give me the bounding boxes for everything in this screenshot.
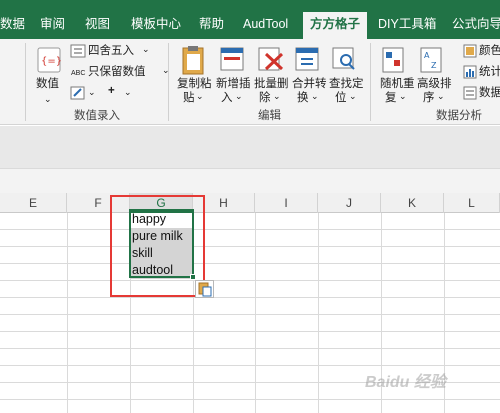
copy-paste-button[interactable]: 复制粘 bbox=[177, 77, 212, 91]
paste-options-button[interactable] bbox=[195, 280, 214, 298]
grid-row-line bbox=[0, 229, 500, 230]
grid-row-line bbox=[0, 331, 500, 332]
tab-template-center[interactable]: 模板中心 bbox=[131, 12, 181, 39]
chevron-down-icon[interactable]: ⌄ bbox=[196, 89, 204, 103]
column-header-j[interactable]: J bbox=[318, 193, 381, 213]
plus-button[interactable]: + bbox=[108, 84, 115, 98]
ribbon-tab-bar: 数据 审阅 视图 模板中心 帮助 AudTool 方方格子 DIY工具箱 公式向… bbox=[0, 0, 500, 39]
chevron-down-icon[interactable]: ⌄ bbox=[349, 89, 357, 103]
value-icon: {=} bbox=[37, 47, 61, 73]
chevron-down-icon[interactable]: ⌄ bbox=[311, 89, 319, 103]
round-icon bbox=[70, 44, 86, 58]
toolbar-band bbox=[0, 168, 500, 193]
grid-row-line bbox=[0, 263, 500, 264]
advanced-sort-button[interactable]: 高级排 bbox=[417, 77, 452, 91]
watermark: Baidu 经验 bbox=[365, 374, 446, 391]
tab-review[interactable]: 审阅 bbox=[40, 12, 65, 39]
column-header-i[interactable]: I bbox=[255, 193, 318, 213]
find-locate-button-line2[interactable]: 位 bbox=[335, 91, 347, 105]
window-title bbox=[262, 0, 332, 8]
insert-new-button[interactable]: 新增插 bbox=[216, 77, 251, 91]
batch-delete-button[interactable]: 批量删 bbox=[254, 77, 289, 91]
svg-text:A: A bbox=[424, 51, 430, 60]
chevron-down-icon[interactable]: ⌄ bbox=[235, 89, 243, 103]
grid-col-line bbox=[255, 213, 256, 413]
tab-audtool[interactable]: AudTool bbox=[243, 12, 288, 39]
random-repeat-button[interactable]: 随机重 bbox=[380, 77, 415, 91]
grid-row-line bbox=[0, 280, 500, 281]
copy-paste-button-line2[interactable]: 贴 bbox=[183, 91, 195, 105]
annotation-highlight-box bbox=[110, 195, 205, 297]
edit-icon[interactable] bbox=[70, 86, 86, 100]
keep-value-button[interactable]: 只保留数值 bbox=[88, 65, 146, 79]
grid-col-line bbox=[318, 213, 319, 413]
merge-convert-icon bbox=[295, 47, 319, 71]
tab-diy-toolbox[interactable]: DIY工具箱 bbox=[378, 12, 436, 39]
chevron-down-icon[interactable]: ⌄ bbox=[399, 89, 407, 103]
ribbon-separator bbox=[370, 43, 371, 121]
stats-icon bbox=[463, 65, 477, 79]
tab-fangfang-gezi[interactable]: 方方格子 bbox=[303, 12, 368, 39]
data-button[interactable]: 数据 bbox=[479, 86, 500, 100]
column-header-e[interactable]: E bbox=[0, 193, 67, 213]
svg-text:Z: Z bbox=[431, 61, 437, 70]
random-repeat-button-line2[interactable]: 复 bbox=[385, 91, 397, 105]
grid-row-line bbox=[0, 365, 500, 366]
group-label-edit: 编辑 bbox=[258, 110, 281, 122]
data-icon bbox=[463, 86, 477, 100]
clipboard-icon bbox=[182, 46, 204, 75]
value-button[interactable]: 数值 bbox=[36, 77, 59, 91]
round-button[interactable]: 四舍五入 bbox=[88, 44, 134, 58]
svg-text:{=}: {=} bbox=[41, 56, 61, 67]
chevron-down-icon[interactable]: ⌄ bbox=[142, 42, 150, 56]
ribbon-separator bbox=[168, 43, 169, 121]
color-button[interactable]: 颜色 bbox=[479, 44, 500, 58]
sort-az-icon: A Z bbox=[420, 47, 442, 73]
abc-icon: ABC bbox=[71, 70, 86, 77]
excel-window: 数据 审阅 视图 模板中心 帮助 AudTool 方方格子 DIY工具箱 公式向… bbox=[0, 0, 500, 413]
chevron-down-icon[interactable]: ⌄ bbox=[124, 85, 132, 99]
column-header-k[interactable]: K bbox=[381, 193, 444, 213]
chevron-down-icon[interactable]: ⌄ bbox=[44, 92, 52, 106]
random-icon bbox=[382, 47, 404, 73]
column-header-l[interactable]: L bbox=[444, 193, 500, 213]
chevron-down-icon[interactable]: ⌄ bbox=[88, 85, 96, 99]
formula-bar-area bbox=[0, 126, 500, 168]
column-headers: E F G H I J K L bbox=[0, 193, 500, 213]
tab-help[interactable]: 帮助 bbox=[199, 12, 224, 39]
delete-icon bbox=[258, 47, 284, 71]
insert-icon bbox=[220, 47, 244, 71]
group-label-data-analysis: 数据分析 bbox=[436, 110, 482, 122]
grid-row-line bbox=[0, 314, 500, 315]
color-icon bbox=[463, 44, 477, 58]
grid-row-line bbox=[0, 297, 500, 298]
ribbon: {=} 数值 ⌄ 四舍五入 ⌄ ABC 只保留数值 ⌄ ⌄ + ⌄ 数值录入 复… bbox=[0, 39, 500, 125]
merge-convert-button-line2[interactable]: 换 bbox=[297, 91, 309, 105]
find-locate-button[interactable]: 查找定 bbox=[329, 77, 364, 91]
grid-col-line bbox=[67, 213, 68, 413]
batch-delete-button-line2[interactable]: 除 bbox=[259, 91, 271, 105]
grid-row-line bbox=[0, 348, 500, 349]
merge-convert-button[interactable]: 合并转 bbox=[292, 77, 327, 91]
find-icon bbox=[332, 47, 355, 70]
advanced-sort-button-line2[interactable]: 序 bbox=[423, 91, 435, 105]
ribbon-separator bbox=[25, 43, 26, 121]
insert-new-button-line2[interactable]: 入 bbox=[221, 91, 233, 105]
stats-button[interactable]: 统计 bbox=[479, 65, 500, 79]
group-label-data-entry: 数值录入 bbox=[74, 110, 120, 122]
chevron-down-icon[interactable]: ⌄ bbox=[273, 89, 281, 103]
paste-options-icon bbox=[198, 282, 212, 297]
chevron-down-icon[interactable]: ⌄ bbox=[437, 89, 445, 103]
grid-row-line bbox=[0, 399, 500, 400]
tab-view[interactable]: 视图 bbox=[85, 12, 110, 39]
grid-row-line bbox=[0, 246, 500, 247]
tab-data[interactable]: 数据 bbox=[0, 12, 25, 39]
tab-formula-wizard[interactable]: 公式向导 bbox=[452, 12, 500, 39]
